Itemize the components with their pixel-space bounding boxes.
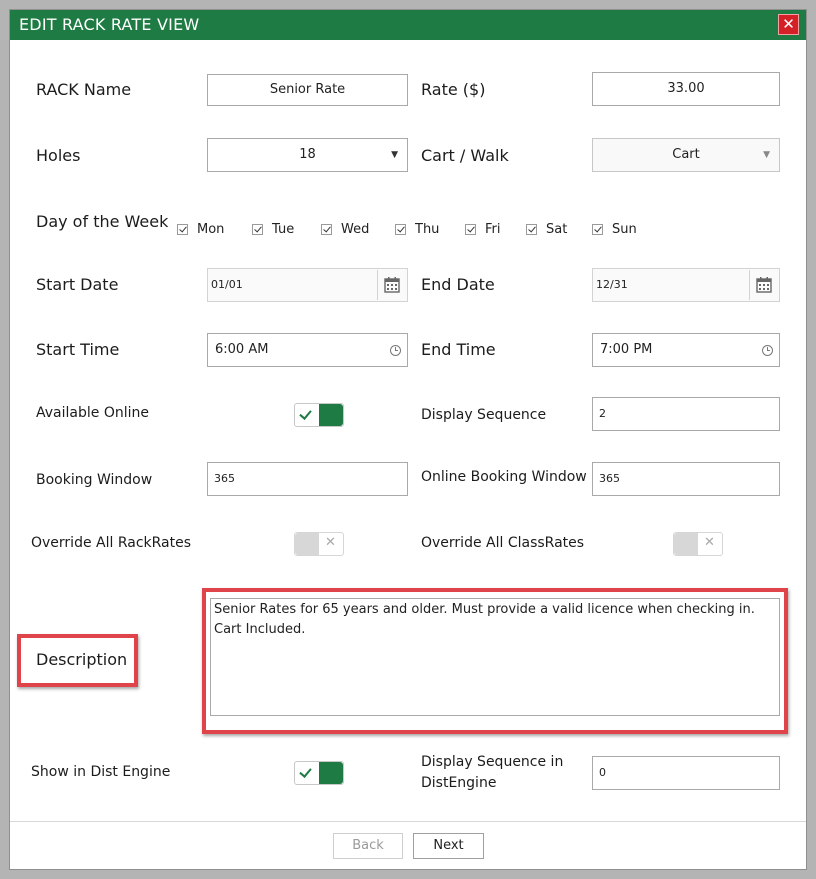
end-time-input[interactable]: 7:00 PM (592, 333, 780, 367)
check-icon (299, 407, 312, 420)
day-checkbox-wed[interactable]: Wed (321, 222, 369, 237)
toggle-knob (674, 533, 698, 555)
checkbox-icon (321, 224, 332, 235)
day-label: Thu (415, 222, 440, 237)
back-button[interactable]: Back (333, 833, 403, 859)
rack-name-input[interactable]: Senior Rate (207, 74, 408, 106)
end-date-value: 12/31 (596, 278, 628, 291)
rate-label: Rate ($) (421, 80, 486, 99)
rate-input[interactable]: 33.00 (592, 72, 780, 106)
description-line-1: Senior Rates for 65 years and older. Mus… (214, 602, 755, 617)
footer-divider (10, 821, 806, 822)
display-sequence-label: Display Sequence (421, 407, 547, 423)
day-checkbox-thu[interactable]: Thu (395, 222, 439, 237)
start-time-label: Start Time (36, 340, 120, 359)
day-checkbox-mon[interactable]: Mon (177, 222, 224, 237)
booking-window-label: Booking Window (36, 472, 153, 488)
display-sequence-dist-label-line1: Display Sequence in (421, 754, 564, 770)
available-online-label: Available Online (36, 405, 149, 421)
day-label: Tue (272, 222, 295, 237)
close-icon: ✕ (782, 15, 795, 33)
booking-window-input[interactable]: 365 (207, 462, 408, 496)
checkbox-icon (526, 224, 537, 235)
display-sequence-dist-label-line2: DistEngine (421, 775, 497, 791)
x-icon: ✕ (704, 535, 715, 550)
day-label: Mon (197, 222, 225, 237)
calendar-icon[interactable] (377, 270, 406, 300)
day-label: Fri (485, 222, 501, 237)
clock-icon[interactable] (762, 345, 773, 356)
description-line-2: Cart Included. (214, 622, 306, 637)
display-sequence-dist-input[interactable]: 0 (592, 756, 780, 790)
cart-walk-value: Cart (672, 147, 700, 162)
holes-select[interactable]: 18 ▼ (207, 138, 408, 172)
title-bar: EDIT RACK RATE VIEW ✕ (10, 10, 806, 40)
day-checkbox-tue[interactable]: Tue (252, 222, 294, 237)
checkbox-icon (592, 224, 603, 235)
day-of-week-label: Day of the Week (36, 212, 169, 231)
end-time-value: 7:00 PM (600, 342, 653, 357)
toggle-knob (295, 533, 319, 555)
start-date-label: Start Date (36, 275, 119, 294)
day-checkbox-fri[interactable]: Fri (465, 222, 501, 237)
check-icon (299, 765, 312, 778)
day-label: Sun (612, 222, 637, 237)
end-time-label: End Time (421, 340, 496, 359)
show-in-dist-engine-toggle[interactable] (294, 761, 344, 785)
toggle-knob (319, 762, 343, 784)
checkbox-icon (465, 224, 476, 235)
override-classrates-toggle[interactable]: ✕ (673, 532, 723, 556)
dialog-title: EDIT RACK RATE VIEW (19, 15, 200, 34)
chevron-down-icon: ▼ (763, 150, 770, 160)
available-online-toggle[interactable] (294, 403, 344, 427)
clock-icon[interactable] (390, 345, 401, 356)
display-sequence-input[interactable]: 2 (592, 397, 780, 431)
show-in-dist-engine-label: Show in Dist Engine (31, 764, 171, 780)
start-date-value: 01/01 (211, 278, 243, 291)
day-checkbox-sat[interactable]: Sat (526, 222, 567, 237)
toggle-knob (319, 404, 343, 426)
override-rackrates-toggle[interactable]: ✕ (294, 532, 344, 556)
online-booking-window-input[interactable]: 365 (592, 462, 780, 496)
description-label: Description (36, 650, 128, 669)
cart-walk-label: Cart / Walk (421, 146, 509, 165)
cart-walk-select[interactable]: Cart ▼ (592, 138, 780, 172)
rack-name-label: RACK Name (36, 80, 132, 99)
checkbox-icon (395, 224, 406, 235)
start-time-value: 6:00 AM (215, 342, 269, 357)
start-time-input[interactable]: 6:00 AM (207, 333, 408, 367)
x-icon: ✕ (325, 535, 336, 550)
holes-value: 18 (299, 147, 316, 162)
end-date-input[interactable]: 12/31 (592, 268, 780, 302)
checkbox-icon (177, 224, 188, 235)
description-textarea[interactable]: Senior Rates for 65 years and older. Mus… (210, 598, 780, 716)
edit-rack-rate-dialog: EDIT RACK RATE VIEW ✕ RACK Name Senior R… (9, 9, 807, 870)
override-classrates-label: Override All ClassRates (421, 535, 585, 551)
online-booking-window-label: Online Booking Window (421, 469, 587, 485)
day-label: Wed (341, 222, 370, 237)
end-date-label: End Date (421, 275, 495, 294)
calendar-icon[interactable] (749, 270, 778, 300)
close-button[interactable]: ✕ (778, 14, 799, 35)
day-checkbox-sun[interactable]: Sun (592, 222, 637, 237)
day-label: Sat (546, 222, 568, 237)
chevron-down-icon: ▼ (391, 150, 398, 160)
override-rackrates-label: Override All RackRates (31, 535, 192, 551)
next-button[interactable]: Next (413, 833, 484, 859)
checkbox-icon (252, 224, 263, 235)
start-date-input[interactable]: 01/01 (207, 268, 408, 302)
holes-label: Holes (36, 146, 81, 165)
